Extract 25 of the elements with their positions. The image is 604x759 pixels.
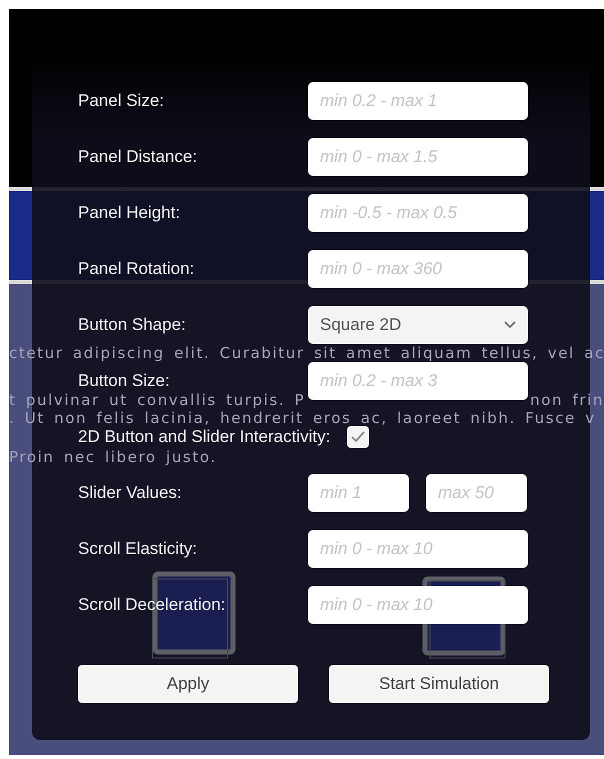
field-label: Panel Distance: (78, 147, 198, 167)
field-label: Scroll Deceleration: (78, 595, 226, 615)
field-label: Scroll Elasticity: (78, 539, 198, 559)
field-label: 2D Button and Slider Interactivity: (78, 427, 330, 447)
checkbox[interactable] (347, 426, 370, 448)
input-field[interactable]: min 0.2 - max 1 (308, 82, 528, 120)
field-label: Panel Rotation: (78, 259, 196, 279)
chevron-down-icon (504, 321, 516, 329)
field-label: Panel Size: (78, 91, 165, 111)
field-label: Button Size: (78, 371, 171, 391)
field-label: Panel Height: (78, 203, 182, 223)
input-field[interactable]: max 50 (426, 474, 527, 512)
apply-button[interactable]: Apply (78, 665, 298, 703)
input-field[interactable]: min 1 (308, 474, 409, 512)
input-field[interactable]: min 0 - max 360 (308, 250, 528, 288)
input-field[interactable]: min 0 - max 10 (308, 586, 528, 624)
start-simulation-button[interactable]: Start Simulation (329, 665, 549, 703)
input-field[interactable]: min 0 - max 1.5 (308, 138, 528, 176)
field-label: Slider Values: (78, 483, 183, 503)
input-field[interactable]: min 0.2 - max 3 (308, 362, 528, 400)
checkmark-icon (350, 430, 366, 444)
input-field[interactable]: min -0.5 - max 0.5 (308, 194, 528, 232)
input-field[interactable]: min 0 - max 10 (308, 530, 528, 568)
field-label: Button Shape: (78, 315, 187, 335)
dropdown[interactable]: Square 2D (308, 306, 528, 344)
